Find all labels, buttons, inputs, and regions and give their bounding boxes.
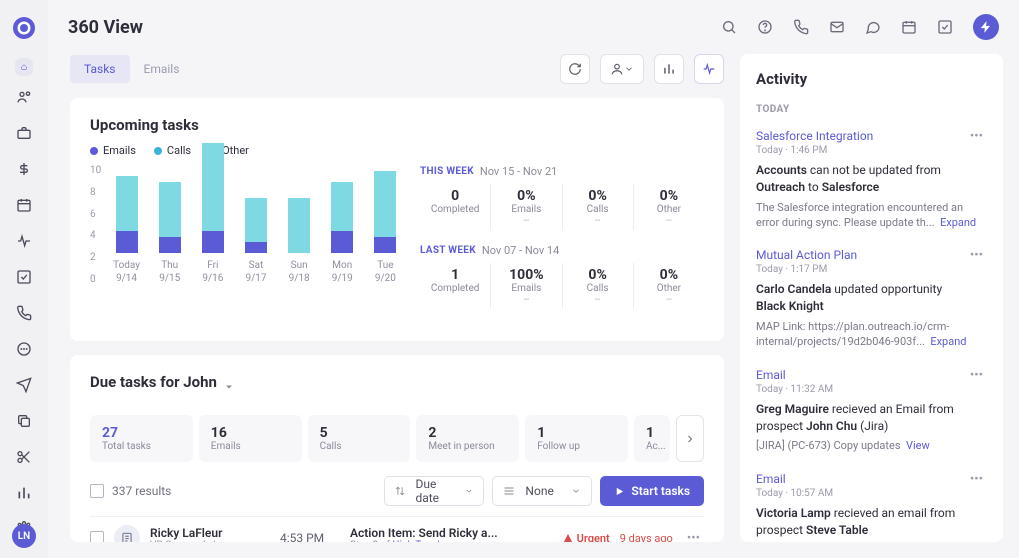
expand-link[interactable]: Expand — [940, 216, 976, 229]
feed-menu-button[interactable]: ••• — [966, 368, 987, 383]
activity-item: Salesforce Integration Today · 1:46 PM •… — [756, 129, 987, 230]
search-icon[interactable] — [721, 19, 737, 35]
nav-calendar-icon[interactable] — [15, 196, 33, 214]
select-all-checkbox[interactable] — [90, 484, 104, 498]
nav-chat-icon[interactable] — [15, 340, 33, 358]
topbar: 360 View — [48, 0, 1019, 54]
row-checkbox[interactable] — [90, 531, 104, 542]
mail-icon[interactable] — [829, 19, 845, 35]
feed-source[interactable]: Mutual Action Plan — [756, 248, 857, 262]
chart-bar: Sat9/17 — [241, 198, 270, 285]
upcoming-title: Upcoming tasks — [90, 116, 704, 134]
activity-item: Email Today · 11:32 AM ••• Greg Maguire … — [756, 368, 987, 454]
nav-copy-icon[interactable] — [15, 412, 33, 430]
nav-scissors-icon[interactable] — [15, 448, 33, 466]
expand-link[interactable]: Expand — [930, 335, 966, 348]
legend-item: Emails — [90, 144, 136, 157]
activity-card: Activity TODAY Salesforce Integration To… — [740, 54, 1003, 542]
view-tabs: Tasks Emails — [70, 55, 193, 83]
chart-button[interactable] — [654, 54, 684, 84]
tab-emails[interactable]: Emails — [130, 55, 194, 83]
category-pill[interactable]: 2Meet in person — [416, 415, 519, 462]
stat-cell: 100%Emails-- — [490, 263, 561, 309]
bolt-button[interactable] — [973, 14, 999, 40]
topbar-phone-icon[interactable] — [793, 19, 809, 35]
chevron-down-icon[interactable] — [223, 381, 235, 393]
start-tasks-button[interactable]: Start tasks — [600, 476, 704, 506]
chart-bar: Fri9/16 — [198, 143, 227, 285]
row-type-icon — [114, 525, 140, 542]
due-tasks-card: Due tasks for John 27Total tasks16Emails… — [70, 355, 724, 542]
user-avatar[interactable]: LN — [12, 524, 36, 548]
message-icon[interactable] — [865, 19, 881, 35]
this-week-range: Nov 15 - Nov 21 — [480, 165, 557, 178]
last-week-range: Nov 07 - Nov 14 — [482, 244, 559, 257]
legend-item: Calls — [154, 144, 191, 157]
activity-period: TODAY — [756, 104, 987, 115]
chart-bar: Tue9/20 — [371, 171, 400, 286]
task-row[interactable]: Ricky LaFleurVP, Sunnyvale Inc 4:53 PM A… — [90, 516, 704, 542]
nav-pulse-icon[interactable] — [15, 232, 33, 250]
nav-home-icon[interactable] — [15, 58, 33, 76]
stat-cell: 0%Other-- — [633, 184, 704, 230]
activity-title: Activity — [756, 70, 987, 88]
feed-source[interactable]: Email — [756, 472, 833, 486]
row-menu-button[interactable]: ••• — [683, 531, 704, 543]
nav-briefcase-icon[interactable] — [15, 124, 33, 142]
feed-menu-button[interactable]: ••• — [966, 472, 987, 487]
nav-sidebar: LN — [0, 0, 48, 558]
refresh-button[interactable] — [560, 54, 590, 84]
expand-link[interactable]: View — [906, 439, 930, 452]
stat-cell: 0%Other-- — [633, 263, 704, 309]
task-icon[interactable] — [937, 19, 953, 35]
due-title: Due tasks for John — [90, 373, 217, 391]
nav-phone-icon[interactable] — [15, 304, 33, 322]
category-pill[interactable]: 27Total tasks — [90, 415, 193, 462]
category-pill[interactable]: 5Calls — [308, 415, 411, 462]
stat-cell: 0%Calls-- — [562, 184, 633, 230]
filter-select[interactable]: None — [492, 476, 592, 506]
stat-cell: 0Completed — [420, 184, 490, 230]
help-icon[interactable] — [757, 19, 773, 35]
person-filter-button[interactable] — [600, 54, 644, 84]
feed-source[interactable]: Email — [756, 368, 833, 382]
stat-cell: 0%Calls-- — [562, 263, 633, 309]
app-logo — [12, 16, 36, 40]
nav-check-icon[interactable] — [15, 268, 33, 286]
feed-menu-button[interactable]: ••• — [966, 129, 987, 144]
topbar-calendar-icon[interactable] — [901, 19, 917, 35]
category-pill[interactable]: 1Ac... — [634, 415, 670, 462]
stat-cell: 0%Emails-- — [490, 184, 561, 230]
tab-tasks[interactable]: Tasks — [70, 55, 130, 83]
last-week-label: LAST WEEK — [420, 245, 476, 256]
upcoming-tasks-card: Upcoming tasks EmailsCallsOther 1086420 … — [70, 98, 724, 341]
activity-item: Mutual Action Plan Today · 1:17 PM ••• C… — [756, 248, 987, 349]
stat-cell: 1Completed — [420, 263, 490, 309]
pill-next-button[interactable] — [676, 415, 704, 462]
chart-bar: Today9/14 — [112, 176, 141, 285]
this-week-label: THIS WEEK — [420, 166, 474, 177]
category-pill[interactable]: 1Follow up — [525, 415, 628, 462]
category-pill[interactable]: 16Emails — [199, 415, 302, 462]
chart-bar: Sun9/18 — [285, 198, 314, 285]
feed-source[interactable]: Salesforce Integration — [756, 129, 873, 143]
urgent-badge: Urgent — [563, 532, 610, 543]
chart-bar: Thu9/15 — [155, 182, 184, 286]
activity-item: Email Today · 10:57 AM ••• Victoria Lamp… — [756, 472, 987, 539]
feed-menu-button[interactable]: ••• — [966, 248, 987, 263]
results-count: 337 results — [90, 484, 171, 498]
nav-send-icon[interactable] — [15, 376, 33, 394]
nav-dollar-icon[interactable] — [15, 160, 33, 178]
nav-people-icon[interactable] — [15, 88, 33, 106]
page-title: 360 View — [68, 17, 143, 38]
nav-chart-icon[interactable] — [15, 484, 33, 502]
sort-select[interactable]: Due date — [384, 476, 484, 506]
chart-bar: Mon9/19 — [328, 182, 357, 286]
activity-button[interactable] — [694, 54, 724, 84]
